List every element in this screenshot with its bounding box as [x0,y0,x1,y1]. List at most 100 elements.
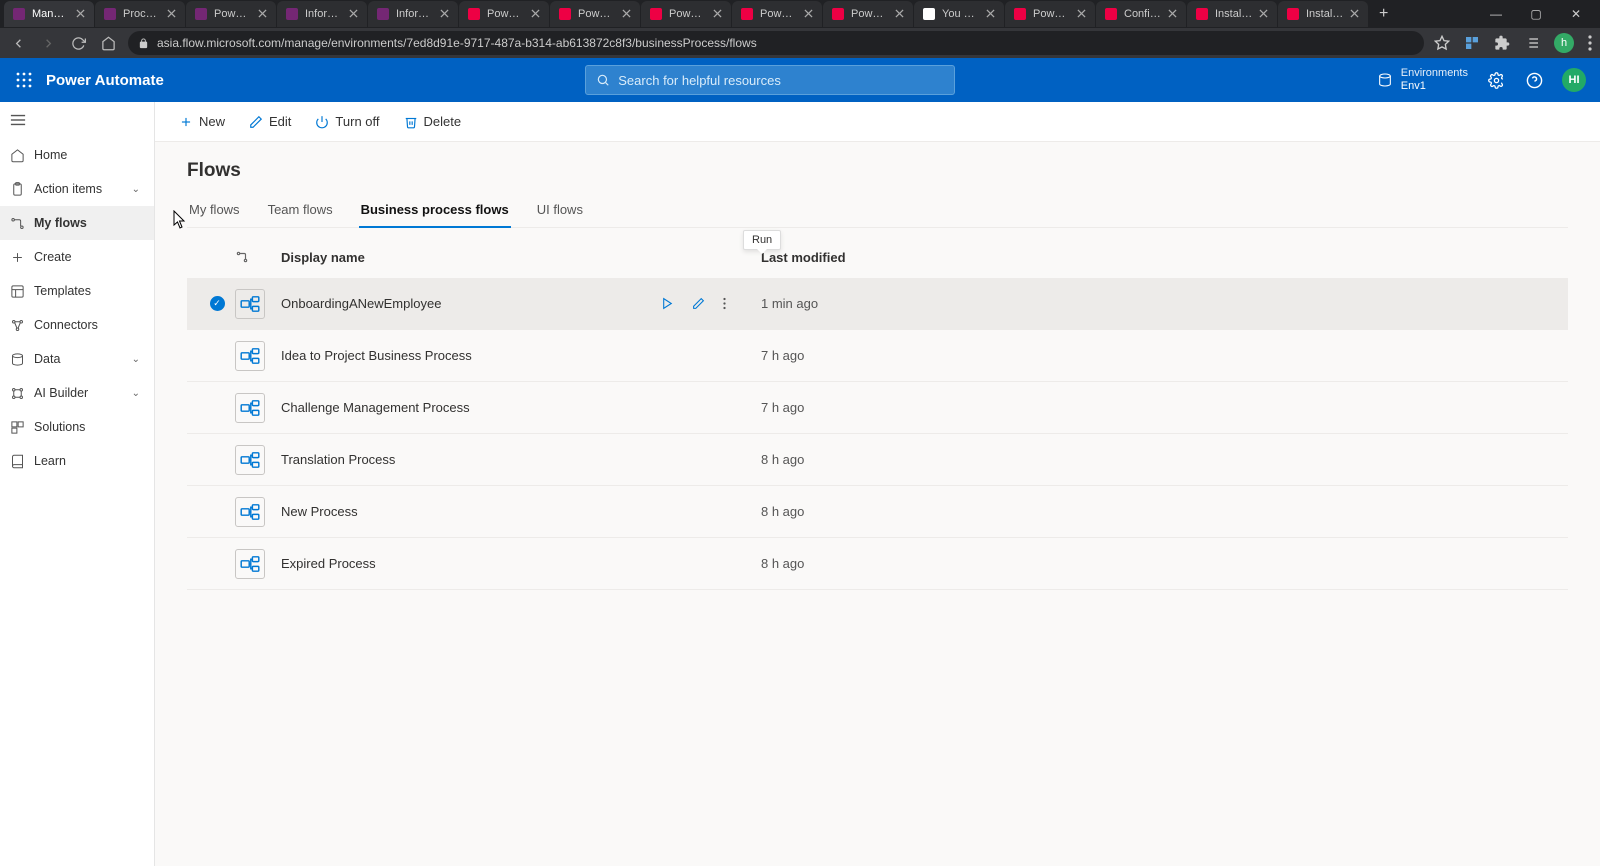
sidebar-item-ai-builder[interactable]: AI Builder⌄ [0,376,154,410]
environment-picker[interactable]: Environments Env1 [1401,67,1468,93]
close-icon[interactable] [622,9,632,19]
browser-tab[interactable]: Power Pl [1005,1,1095,27]
close-icon[interactable] [440,9,450,19]
app-launcher[interactable] [8,64,40,96]
list-icon[interactable] [1524,35,1540,51]
sidebar-item-create[interactable]: Create [0,240,154,274]
browser-tab[interactable]: Power A [186,1,276,27]
close-icon[interactable] [258,9,268,19]
table-row[interactable]: New Process 8 h ago [187,486,1568,538]
browser-tab[interactable]: Configur [1096,1,1186,27]
close-icon[interactable] [1168,9,1178,19]
extension-icon[interactable] [1464,35,1480,51]
sidebar-item-solutions[interactable]: Solutions [0,410,154,444]
browser-tab[interactable]: Power Pl [823,1,913,27]
browser-tab[interactable]: Power Pl [459,1,549,27]
environment-icon[interactable] [1377,72,1393,88]
flow-name[interactable]: Expired Process [281,556,661,571]
tab-my-flows[interactable]: My flows [187,196,242,227]
header-display-name[interactable]: Display name [281,250,661,265]
table-row[interactable]: Translation Process8 h ago [187,434,1568,486]
edit-button[interactable]: Edit [239,107,301,137]
tab-team-flows[interactable]: Team flows [266,196,335,227]
browser-avatar[interactable]: h [1554,33,1574,53]
star-icon[interactable] [1434,35,1450,51]
close-icon[interactable] [986,9,996,19]
close-icon[interactable] [76,9,86,19]
url-box[interactable]: asia.flow.microsoft.com/manage/environme… [128,31,1424,55]
browser-tab[interactable]: Power Pl [641,1,731,27]
turnoff-button[interactable]: Turn off [305,107,389,137]
minimize-button[interactable]: ― [1476,0,1516,28]
browser-tab[interactable]: Power Pl [732,1,822,27]
close-icon[interactable] [167,9,177,19]
new-tab-button[interactable]: + [1369,5,1398,23]
sidebar-item-action-items[interactable]: Action items⌄ [0,172,154,206]
flow-name[interactable]: New Process [281,504,661,519]
hamburger-button[interactable] [0,102,154,138]
table-row[interactable]: Challenge Management Process7 h ago [187,382,1568,434]
sidebar-item-connectors[interactable]: Connectors [0,308,154,342]
browser-tab[interactable]: You do n [914,1,1004,27]
maximize-button[interactable]: ▢ [1516,0,1556,28]
puzzle-icon[interactable] [1494,35,1510,51]
address-bar: asia.flow.microsoft.com/manage/environme… [0,28,1600,58]
flow-name[interactable]: Challenge Management Process [281,400,661,415]
search-box[interactable]: Search for helpful resources [585,65,955,95]
tab-title: Power Pl [760,8,798,20]
browser-tab[interactable]: Process [95,1,185,27]
sidebar-item-data[interactable]: Data⌄ [0,342,154,376]
more-button[interactable] [723,297,726,310]
close-icon[interactable] [1350,9,1360,19]
solutions-icon [0,420,34,435]
flow-type-icon [235,393,265,423]
table-row[interactable]: Expired Process8 h ago [187,538,1568,590]
browser-tab[interactable]: Informat [277,1,367,27]
flow-name[interactable]: Idea to Project Business Process [281,348,661,363]
header-last-modified[interactable]: Last modified [761,250,1556,265]
favicon [1286,7,1300,21]
kebab-icon[interactable] [1588,35,1592,51]
app-name[interactable]: Power Automate [46,72,164,89]
close-icon[interactable] [349,9,359,19]
forward-button[interactable] [38,36,58,51]
favicon [1104,7,1118,21]
close-icon[interactable] [1077,9,1087,19]
edit-row-button[interactable] [692,297,705,310]
browser-tab[interactable]: Install an [1278,1,1368,27]
delete-button[interactable]: Delete [394,107,472,137]
favicon [12,7,26,21]
help-button[interactable] [1524,70,1544,90]
flow-name[interactable]: OnboardingANewEmployee [281,296,661,311]
table-row[interactable]: ✓OnboardingANewEmployee1 min ago [187,278,1568,330]
new-button[interactable]: New [169,107,235,137]
close-icon[interactable] [1259,9,1269,19]
back-button[interactable] [8,36,28,51]
run-button[interactable] [661,297,674,310]
close-icon[interactable] [531,9,541,19]
user-avatar[interactable]: HI [1562,68,1586,92]
sidebar-item-my-flows[interactable]: My flows [0,206,154,240]
sidebar-item-home[interactable]: Home [0,138,154,172]
tab-title: Power A [214,8,252,20]
home-button[interactable] [98,36,118,51]
last-modified: 8 h ago [761,504,1556,519]
browser-tab[interactable]: Install an [1187,1,1277,27]
reload-button[interactable] [68,36,88,51]
browser-tab[interactable]: Manage [4,1,94,27]
close-icon[interactable] [713,9,723,19]
table-row[interactable]: Idea to Project Business Process7 h ago [187,330,1568,382]
browser-tab[interactable]: Power Pl [550,1,640,27]
sidebar-item-learn[interactable]: Learn [0,444,154,478]
close-icon[interactable] [895,9,905,19]
close-window-button[interactable]: ✕ [1556,0,1596,28]
close-icon[interactable] [804,9,814,19]
browser-tab[interactable]: Informat [368,1,458,27]
sidebar-item-templates[interactable]: Templates [0,274,154,308]
flow-name[interactable]: Translation Process [281,452,661,467]
tab-title: Power Pl [851,8,889,20]
tab-business-process-flows[interactable]: Business process flows [359,196,511,227]
settings-button[interactable] [1486,70,1506,90]
checkmark-icon[interactable]: ✓ [210,296,225,311]
tab-ui-flows[interactable]: UI flows [535,196,585,227]
